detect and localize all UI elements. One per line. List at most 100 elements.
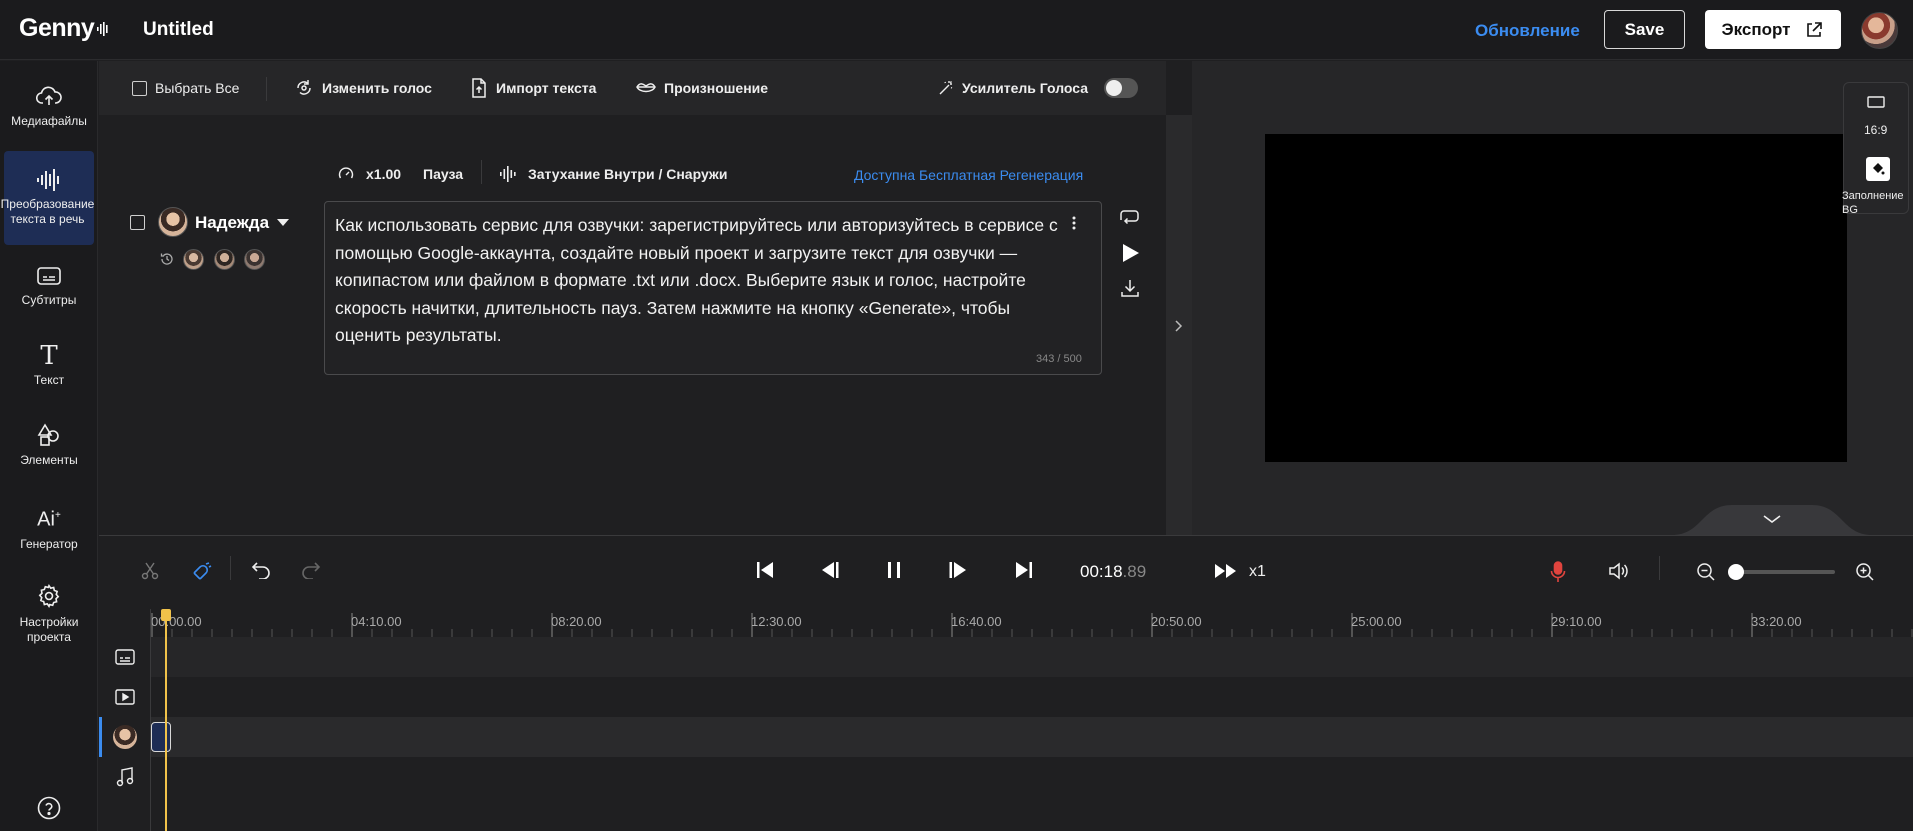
import-text-label: Импорт текста bbox=[496, 80, 597, 96]
voice-enhancer-toggle[interactable] bbox=[1104, 78, 1139, 98]
sidebar-item-tts[interactable]: Преобразование текста в речь bbox=[1, 151, 94, 245]
help-icon[interactable] bbox=[37, 796, 61, 820]
ruler-label: 16:40.00 bbox=[951, 614, 1002, 629]
ruler-label: 33:20.00 bbox=[1751, 614, 1802, 629]
collapse-preview-tab[interactable] bbox=[1672, 505, 1872, 535]
split-scissors-icon[interactable] bbox=[140, 561, 160, 581]
zoom-out-icon[interactable] bbox=[1696, 562, 1716, 582]
subtitles-icon bbox=[36, 265, 62, 287]
undo-icon[interactable] bbox=[251, 561, 271, 579]
pronunciation-label: Произношение bbox=[664, 80, 769, 96]
time-main: 00:18 bbox=[1080, 562, 1123, 581]
sidebar-item-project-settings[interactable]: Настройки проекта bbox=[0, 583, 98, 645]
import-text-button[interactable]: Импорт текста bbox=[470, 61, 596, 115]
video-canvas[interactable] bbox=[1265, 134, 1847, 462]
genny-logo[interactable]: Genny bbox=[19, 14, 109, 43]
character-count: 343 / 500 bbox=[1036, 353, 1082, 365]
playback-speed[interactable]: x1 bbox=[1249, 563, 1266, 581]
sidebar-item-subtitles[interactable]: Субтитры bbox=[0, 265, 98, 308]
export-label: Экспорт bbox=[1721, 19, 1791, 39]
repeat-icon[interactable] bbox=[1118, 208, 1140, 228]
step-back-icon[interactable] bbox=[820, 561, 840, 579]
speed-control[interactable]: x1.00 bbox=[338, 166, 401, 182]
time-ms: .89 bbox=[1122, 562, 1147, 581]
sidebar-item-generator[interactable]: Ai+ Генератор bbox=[0, 505, 98, 552]
pause-label: Пауза bbox=[423, 166, 464, 182]
caret-down-icon bbox=[277, 219, 290, 227]
change-voice-button[interactable]: Изменить голос bbox=[294, 61, 432, 115]
voice-track[interactable] bbox=[150, 717, 1913, 757]
sidebar-item-media[interactable]: Медиафайлы bbox=[0, 86, 98, 129]
video-track[interactable] bbox=[150, 677, 1913, 717]
pronunciation-button[interactable]: Произношение bbox=[636, 61, 768, 115]
zoom-in-icon[interactable] bbox=[1855, 562, 1875, 582]
aspect-ratio-label[interactable]: 16:9 bbox=[1864, 123, 1887, 137]
volume-icon[interactable] bbox=[1608, 561, 1630, 581]
aspect-ratio-icon[interactable] bbox=[1867, 96, 1885, 108]
select-all-checkbox[interactable]: Выбрать Все bbox=[132, 61, 239, 115]
chevron-right-icon[interactable] bbox=[1173, 320, 1183, 332]
speed-value: x1.00 bbox=[366, 166, 402, 182]
zoom-slider-track[interactable] bbox=[1734, 570, 1835, 574]
music-track[interactable] bbox=[150, 757, 1913, 797]
paragraph-text[interactable]: Как использовать сервис для озвучки: зар… bbox=[335, 212, 1065, 350]
active-track-indicator bbox=[99, 717, 102, 757]
redo-icon[interactable] bbox=[301, 561, 321, 579]
update-link[interactable]: Обновление bbox=[1475, 21, 1580, 41]
more-vertical-icon[interactable] bbox=[1072, 216, 1076, 230]
sidebar-item-label: Настройки проекта bbox=[19, 615, 79, 644]
pause-button[interactable]: Пауза bbox=[423, 166, 463, 182]
microphone-icon[interactable] bbox=[1550, 561, 1566, 583]
fade-control[interactable]: Затухание Внутри / Снаружи bbox=[500, 166, 727, 182]
document-title[interactable]: Untitled bbox=[143, 19, 214, 41]
checkbox[interactable] bbox=[132, 80, 147, 96]
playhead-handle[interactable] bbox=[161, 609, 171, 621]
sidebar-item-label: Медиафайлы bbox=[11, 114, 87, 128]
sidebar-item-text[interactable]: T Текст bbox=[0, 343, 98, 388]
fill-bg-label[interactable]: Заполнение BG bbox=[1842, 189, 1912, 217]
toolbar-divider bbox=[266, 77, 267, 101]
divider bbox=[1659, 556, 1660, 580]
free-regeneration-link[interactable]: Доступна Бесплатная Регенерация bbox=[854, 167, 1083, 183]
zoom-slider-handle[interactable] bbox=[1728, 564, 1744, 580]
save-button[interactable]: Save bbox=[1604, 10, 1685, 49]
fade-label: Затухание Внутри / Снаружи bbox=[528, 166, 728, 182]
step-forward-icon[interactable] bbox=[948, 561, 968, 579]
voice-history-avatar[interactable] bbox=[244, 249, 265, 270]
magic-wand-icon bbox=[938, 80, 954, 96]
voice-enhancer: Усилитель Голоса bbox=[938, 61, 1139, 115]
ruler-label: 08:20.00 bbox=[551, 614, 602, 629]
skip-to-start-icon[interactable] bbox=[757, 561, 773, 579]
download-icon[interactable] bbox=[1120, 278, 1140, 298]
canvas-settings-panel: 16:9 Заполнение BG bbox=[1842, 82, 1912, 217]
pause-icon[interactable] bbox=[887, 561, 901, 579]
voice-name: Надежда bbox=[195, 213, 270, 232]
file-upload-icon bbox=[470, 78, 488, 98]
shapes-icon bbox=[36, 423, 62, 447]
gear-icon bbox=[36, 583, 62, 609]
fast-forward-icon[interactable] bbox=[1215, 564, 1237, 578]
ruler-label: 12:30.00 bbox=[751, 614, 802, 629]
voice-clip[interactable] bbox=[151, 722, 171, 752]
track-divider bbox=[150, 609, 151, 831]
sidebar-item-label: Элементы bbox=[20, 453, 78, 467]
export-button[interactable]: Экспорт bbox=[1705, 10, 1841, 49]
lips-icon bbox=[636, 80, 656, 96]
sidebar-item-elements[interactable]: Элементы bbox=[0, 423, 98, 468]
divider bbox=[481, 160, 482, 184]
playhead[interactable] bbox=[165, 612, 167, 831]
voice-history-avatar[interactable] bbox=[183, 249, 204, 270]
history-icon[interactable] bbox=[160, 252, 174, 266]
voice-selector[interactable]: Надежда bbox=[195, 213, 290, 233]
play-icon[interactable] bbox=[1122, 243, 1140, 263]
video-track-icon bbox=[99, 677, 150, 717]
fill-bucket-icon[interactable] bbox=[1866, 157, 1890, 181]
paragraph-checkbox[interactable] bbox=[130, 215, 145, 230]
skip-to-end-icon[interactable] bbox=[1016, 561, 1032, 579]
subtitles-track[interactable] bbox=[150, 637, 1913, 677]
user-avatar[interactable] bbox=[1861, 12, 1898, 49]
voice-avatar[interactable] bbox=[158, 207, 188, 237]
logo-wave-icon bbox=[97, 21, 109, 36]
voice-history-avatar[interactable] bbox=[214, 249, 235, 270]
magnet-icon[interactable] bbox=[190, 561, 212, 583]
